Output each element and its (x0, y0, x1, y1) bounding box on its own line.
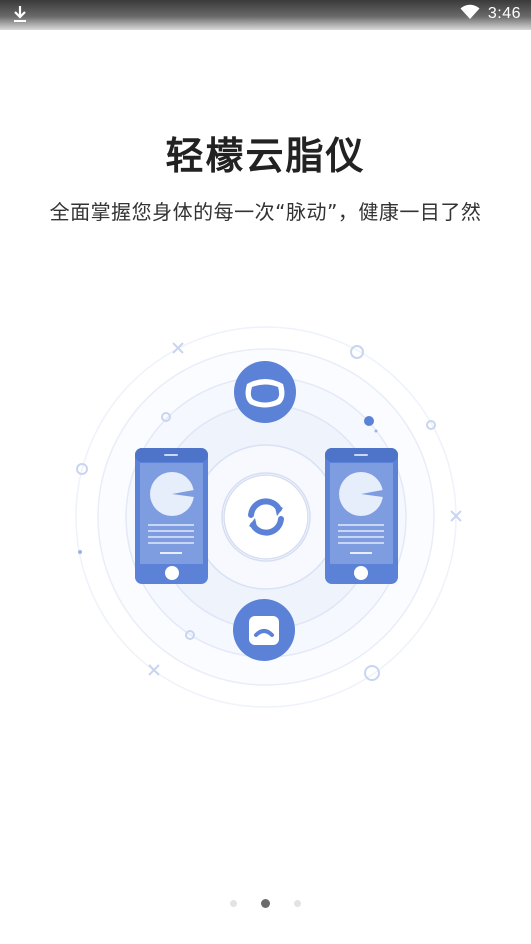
scale-side-icon (233, 599, 295, 661)
page-dot-3[interactable] (294, 899, 301, 907)
wifi-icon (460, 4, 480, 24)
page-title: 轻檬云脂仪 (165, 134, 366, 178)
page-dot-2-active[interactable] (261, 898, 270, 908)
right-phone (325, 448, 398, 584)
small-dot (78, 550, 82, 554)
sync-icon (223, 474, 309, 560)
page-dot-1[interactable] (230, 899, 237, 907)
sync-illustration (0, 300, 531, 740)
status-time: 3:46 (487, 5, 521, 22)
small-dot (374, 429, 378, 433)
page-subtitle: 全面掌握您身体的每一次“脉动”，健康一目了然 (49, 200, 482, 224)
status-bar: 3:46 (0, 0, 531, 30)
accent-dot (364, 416, 374, 426)
download-icon (12, 5, 28, 23)
status-right: 3:46 (460, 4, 521, 24)
left-phone (135, 448, 208, 584)
scale-icon (234, 361, 296, 423)
page-indicator (0, 897, 531, 909)
